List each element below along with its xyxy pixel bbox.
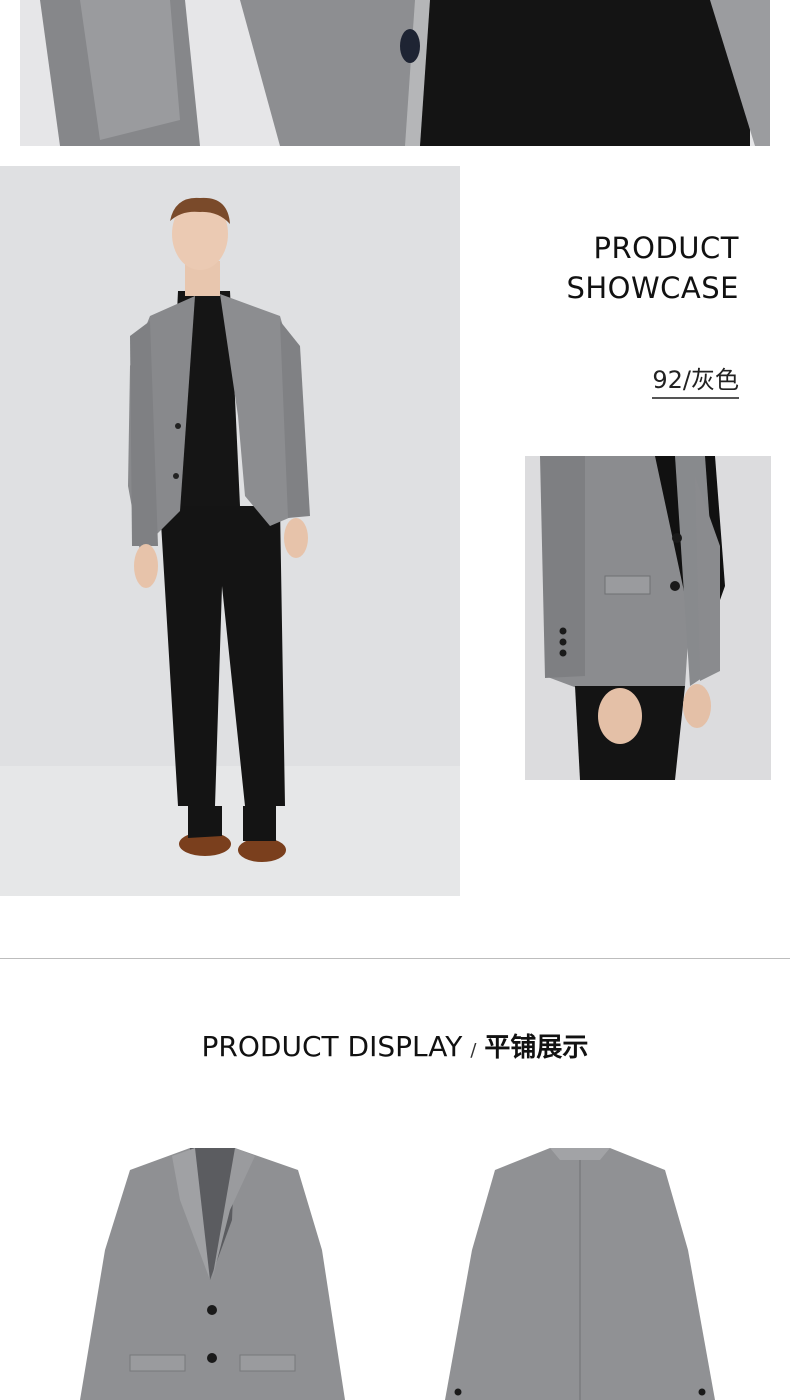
display-title-en: PRODUCT DISPLAY (201, 1030, 463, 1063)
section-divider (0, 958, 790, 959)
showcase-title-line1: PRODUCT (593, 231, 739, 265)
display-title-cn: 平铺展示 (484, 1033, 589, 1063)
jacket-detail-photo (525, 456, 771, 780)
jacket-flat-front-photo (60, 1130, 380, 1400)
jacket-closeup-photo (20, 0, 770, 146)
model-full-body-photo (0, 166, 460, 896)
jacket-flat-back-photo (430, 1130, 730, 1400)
showcase-title: PRODUCT SHOWCASE (566, 228, 739, 308)
showcase-title-line2: SHOWCASE (566, 271, 739, 305)
product-display-heading: PRODUCT DISPLAY / 平铺展示 (0, 1027, 790, 1064)
display-title-separator: / (470, 1040, 477, 1061)
color-tag: 92/灰色 (652, 360, 739, 399)
